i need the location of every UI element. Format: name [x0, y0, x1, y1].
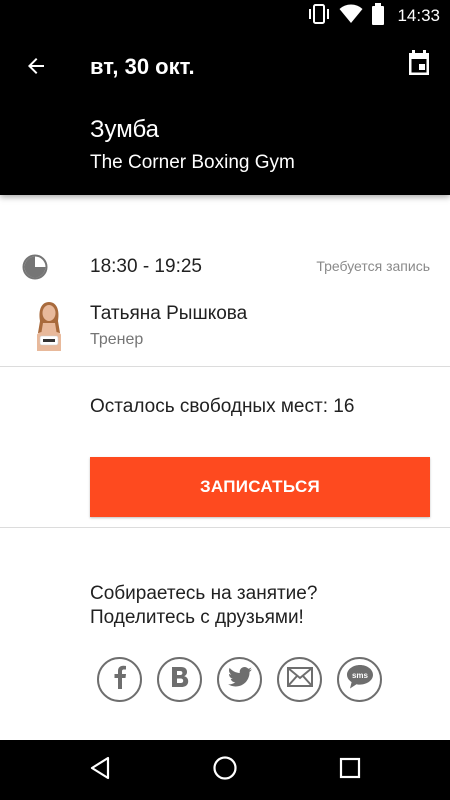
- session-time-row: 18:30 - 19:25 Требуется запись: [0, 245, 450, 289]
- signup-required-note: Требуется запись: [316, 258, 430, 274]
- trainer-role: Тренер: [90, 331, 144, 348]
- share-prompt-line1: Собираетесь на занятие?: [90, 583, 318, 604]
- sms-icon-label: sms: [351, 671, 368, 680]
- free-seats-count: Осталось свободных мест: 16: [90, 396, 355, 417]
- battery-icon: [371, 2, 385, 30]
- clock-icon: [22, 254, 48, 280]
- calendar-button[interactable]: [404, 49, 434, 81]
- divider: [0, 527, 450, 528]
- twitter-icon: [227, 667, 252, 692]
- gym-name: The Corner Boxing Gym: [90, 152, 295, 173]
- status-time: 14:33: [397, 6, 440, 25]
- vibrate-icon: [307, 3, 331, 29]
- trainer-row[interactable]: Татьяна Рышкова Тренер: [0, 297, 450, 359]
- divider: [0, 366, 450, 367]
- facebook-icon: [113, 665, 127, 694]
- status-icons: 14:33: [307, 2, 440, 30]
- navigation-bar: [0, 740, 450, 800]
- share-email-button[interactable]: [277, 657, 322, 702]
- nav-recents-button[interactable]: [335, 755, 365, 785]
- share-prompt-line2: Поделитесь с друзьями!: [90, 607, 304, 628]
- share-buttons: sms: [97, 657, 382, 702]
- email-icon: [286, 667, 313, 692]
- signup-button[interactable]: ЗАПИСАТЬСЯ: [90, 457, 430, 517]
- session-time: 18:30 - 19:25: [90, 256, 202, 277]
- vk-icon: [170, 666, 190, 693]
- share-vk-button[interactable]: [157, 657, 202, 702]
- status-bar: 14:33: [0, 0, 450, 32]
- nav-home-circle-icon: [212, 755, 238, 786]
- calendar-icon: [407, 49, 431, 81]
- nav-home-button[interactable]: [210, 755, 240, 785]
- share-facebook-button[interactable]: [97, 657, 142, 702]
- share-sms-button[interactable]: sms: [337, 657, 382, 702]
- wifi-icon: [339, 4, 363, 29]
- share-prompt: Собираетесь на занятие? Поделитесь с дру…: [90, 582, 317, 630]
- nav-back-triangle-icon: [89, 756, 111, 785]
- share-twitter-button[interactable]: [217, 657, 262, 702]
- back-button[interactable]: [18, 50, 54, 86]
- header: вт, 30 окт. Зумба The Corner Boxing Gym: [0, 32, 450, 195]
- trainer-avatar: [30, 299, 68, 351]
- nav-recents-square-icon: [339, 757, 361, 784]
- date-title: вт, 30 окт.: [90, 54, 195, 79]
- nav-back-button[interactable]: [85, 755, 115, 785]
- trainer-name: Татьяна Рышкова: [90, 303, 248, 324]
- class-name: Зумба: [90, 116, 159, 143]
- sms-icon: sms: [346, 664, 374, 695]
- back-arrow-icon: [24, 54, 48, 83]
